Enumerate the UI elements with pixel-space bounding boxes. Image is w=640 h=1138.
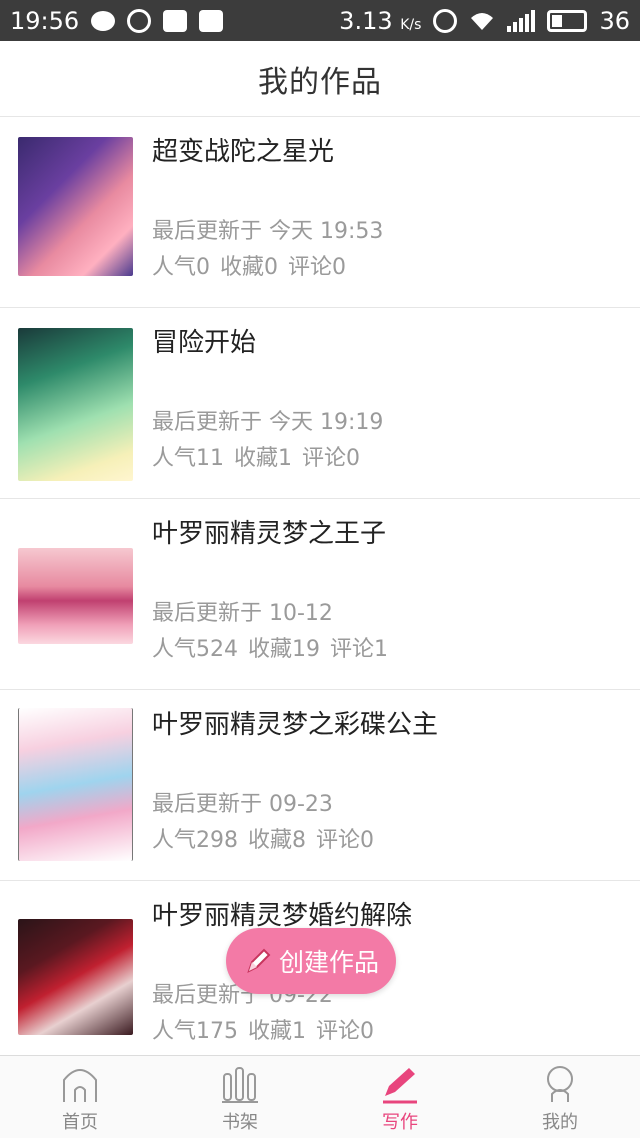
signal-icon: [507, 9, 536, 32]
work-title: 叶罗丽精灵梦之彩碟公主: [152, 710, 439, 740]
favorites-count: 收藏19: [248, 637, 320, 662]
popularity-count: 人气11: [152, 446, 224, 471]
comments-count: 评论0: [302, 446, 360, 471]
work-item[interactable]: 冒险开始 最后更新于 今天 19:19 人气11 收藏1 评论0: [0, 308, 640, 499]
work-stats: 人气11 收藏1 评论0: [152, 440, 370, 472]
popularity-count: 人气175: [152, 1019, 238, 1044]
wifi-icon: [471, 12, 494, 30]
work-title: 叶罗丽精灵梦之王子: [152, 519, 387, 549]
mail-icon: [199, 9, 224, 32]
work-cover-image: [18, 708, 133, 861]
work-stats: 人气524 收藏19 评论1: [152, 631, 398, 663]
work-cover-image: [18, 919, 133, 1035]
life-app-icon: [163, 9, 188, 32]
work-cover-image: [18, 328, 133, 481]
work-title: 叶罗丽精灵梦婚约解除: [152, 901, 413, 931]
bottom-nav: 首页 书架 写作 我的: [0, 1055, 640, 1138]
tab-home-label: 首页: [62, 1112, 98, 1133]
page-header: 我的作品: [0, 41, 640, 117]
page-title: 我的作品: [258, 64, 382, 100]
work-stats: 人气298 收藏8 评论0: [152, 822, 384, 854]
bookshelf-icon: [222, 1067, 258, 1103]
battery-icon: [547, 9, 588, 32]
network-speed: 3.13 K/s: [339, 6, 422, 35]
tab-home[interactable]: 首页: [0, 1056, 160, 1138]
comments-count: 评论0: [316, 828, 374, 853]
tab-write[interactable]: 写作: [320, 1056, 480, 1138]
work-title: 超变战陀之星光: [152, 137, 335, 167]
comments-count: 评论0: [316, 1019, 374, 1044]
favorites-count: 收藏1: [248, 1019, 306, 1044]
popularity-count: 人气524: [152, 637, 238, 662]
status-time: 19:56: [10, 6, 80, 35]
tab-mine-label: 我的: [542, 1112, 578, 1133]
create-work-label: 创建作品: [278, 948, 379, 977]
work-item[interactable]: 叶罗丽精灵梦之彩碟公主 最后更新于 09-23 人气298 收藏8 评论0: [0, 690, 640, 881]
person-icon: [547, 1066, 573, 1102]
work-updated: 最后更新于 今天 19:19: [152, 410, 384, 435]
comments-count: 评论0: [288, 255, 346, 280]
status-bar: 19:56 3.13 K/s 36: [0, 0, 640, 41]
tab-bookshelf-label: 书架: [222, 1112, 258, 1133]
favorites-count: 收藏0: [220, 255, 278, 280]
work-cover-image: [18, 137, 133, 276]
popularity-count: 人气0: [152, 255, 210, 280]
work-updated: 最后更新于 09-23: [152, 792, 333, 817]
work-stats: 人气175 收藏1 评论0: [152, 1013, 384, 1045]
pencil-icon: [247, 948, 271, 973]
work-updated: 最后更新于 今天 19:53: [152, 219, 384, 244]
tab-write-label: 写作: [382, 1112, 418, 1133]
work-item[interactable]: 叶罗丽精灵梦之王子 最后更新于 10-12 人气524 收藏19 评论1: [0, 499, 640, 690]
favorites-count: 收藏1: [234, 446, 292, 471]
app-badge-icon: [127, 8, 152, 33]
home-icon: [63, 1069, 97, 1102]
pencil-icon: [383, 1068, 417, 1104]
comments-count: 评论1: [330, 637, 388, 662]
chat-icon: [91, 10, 116, 31]
battery-level: 36: [599, 6, 630, 35]
tab-bookshelf[interactable]: 书架: [160, 1056, 320, 1138]
alarm-icon: [433, 8, 458, 33]
favorites-count: 收藏8: [248, 828, 306, 853]
work-item[interactable]: 超变战陀之星光 最后更新于 今天 19:53 人气0 收藏0 评论0: [0, 117, 640, 308]
work-cover-image: [18, 548, 133, 644]
work-stats: 人气0 收藏0 评论0: [152, 249, 356, 281]
work-updated: 最后更新于 10-12: [152, 601, 333, 626]
work-title: 冒险开始: [152, 328, 257, 358]
tab-mine[interactable]: 我的: [480, 1056, 640, 1138]
popularity-count: 人气298: [152, 828, 238, 853]
create-work-button[interactable]: 创建作品: [226, 928, 396, 994]
